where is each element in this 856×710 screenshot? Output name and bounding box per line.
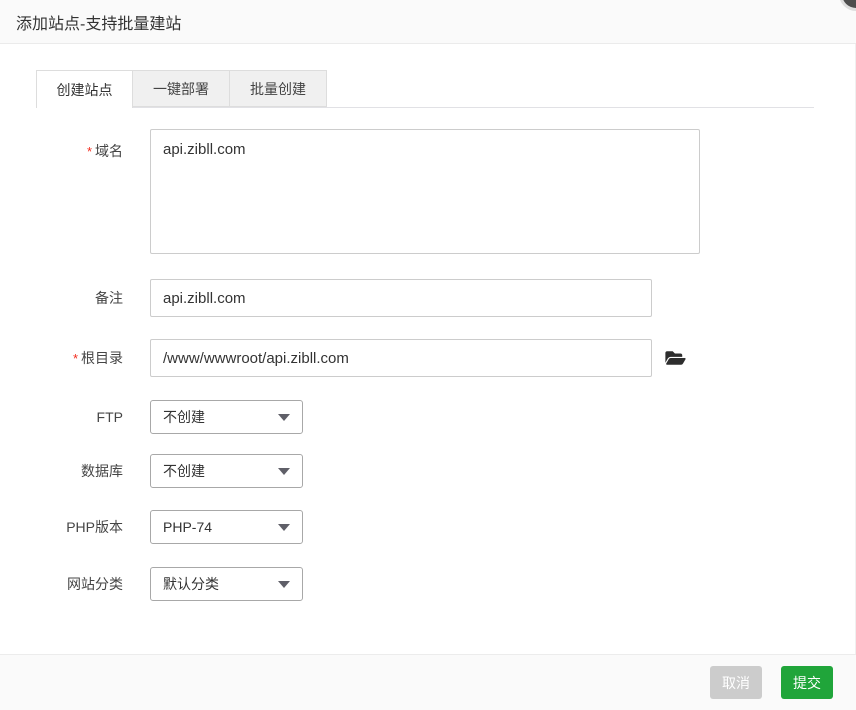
chevron-down-icon	[278, 523, 290, 531]
php-version-label: PHP版本	[66, 519, 123, 535]
required-asterisk: *	[72, 351, 78, 366]
php-version-row: PHP版本 PHP-74	[0, 510, 856, 544]
ftp-row: FTP 不创建	[0, 400, 856, 434]
tab-create-site[interactable]: 创建站点	[36, 70, 133, 108]
site-category-selected-value: 默认分类	[163, 576, 219, 592]
root-dir-input[interactable]	[150, 339, 652, 377]
database-label: 数据库	[81, 463, 123, 479]
browse-directory-button[interactable]	[665, 349, 686, 367]
dialog-title: 添加站点-支持批量建站	[16, 15, 182, 33]
ftp-label: FTP	[96, 409, 123, 425]
domain-label: * 域名	[86, 143, 123, 159]
site-category-label: 网站分类	[67, 576, 123, 592]
database-selected-value: 不创建	[163, 463, 205, 479]
dialog-header: 添加站点-支持批量建站	[0, 0, 856, 44]
dialog-footer: 取消 提交	[0, 654, 856, 710]
tab-batch-create[interactable]: 批量创建	[230, 70, 327, 107]
database-row: 数据库 不创建	[0, 454, 856, 488]
cancel-button[interactable]: 取消	[710, 666, 762, 699]
folder-open-icon	[665, 349, 686, 367]
domain-row: * 域名 api.zibll.com	[0, 129, 856, 254]
ftp-selected-value: 不创建	[163, 409, 205, 425]
site-category-select[interactable]: 默认分类	[150, 567, 303, 601]
note-label: 备注	[95, 290, 123, 306]
domain-textarea[interactable]: api.zibll.com	[150, 129, 700, 254]
root-dir-row: * 根目录	[0, 339, 856, 377]
tab-one-click-deploy[interactable]: 一键部署	[133, 70, 230, 107]
chevron-down-icon	[278, 467, 290, 475]
note-input[interactable]	[150, 279, 652, 317]
chevron-down-icon	[278, 580, 290, 588]
tab-label: 一键部署	[153, 81, 209, 97]
root-dir-label: * 根目录	[72, 350, 123, 366]
database-select[interactable]: 不创建	[150, 454, 303, 488]
ftp-select[interactable]: 不创建	[150, 400, 303, 434]
tab-label: 创建站点	[56, 82, 113, 98]
site-category-row: 网站分类 默认分类	[0, 567, 856, 601]
required-asterisk: *	[86, 144, 92, 159]
tab-bar: 创建站点 一键部署 批量创建	[36, 70, 814, 108]
note-row: 备注	[0, 279, 856, 317]
add-site-dialog: 添加站点-支持批量建站 创建站点 一键部署 批量创建 * 域名 api.zibll…	[0, 0, 856, 710]
submit-button[interactable]: 提交	[781, 666, 833, 699]
tab-label: 批量创建	[250, 81, 306, 97]
chevron-down-icon	[278, 413, 290, 421]
php-version-select[interactable]: PHP-74	[150, 510, 303, 544]
php-version-selected-value: PHP-74	[163, 519, 213, 535]
